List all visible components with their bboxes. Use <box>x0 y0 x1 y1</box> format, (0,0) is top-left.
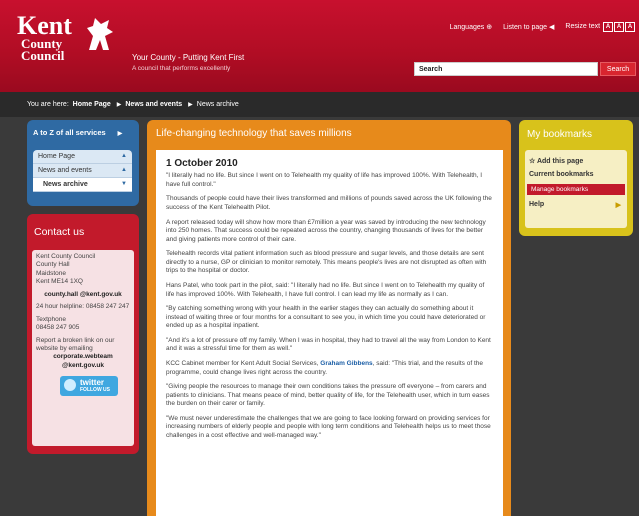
languages-label: Languages <box>449 24 485 31</box>
twitter-follow-button[interactable]: twitter FOLLOW US <box>60 376 118 397</box>
bookmarks-body: ☆ Add this page Current bookmarks Manage… <box>525 150 627 228</box>
resize-large-button[interactable]: A <box>625 22 635 32</box>
current-bookmarks-link[interactable]: Current bookmarks <box>529 171 623 178</box>
kent-county-council-logo[interactable]: Kent County Council <box>17 11 72 63</box>
nav-item-home[interactable]: Home Page ▲ <box>33 150 132 164</box>
horse-emblem-icon <box>87 18 113 50</box>
breadcrumb: You are here: Home Page ▶ News and events… <box>0 92 639 117</box>
subtagline-text: A council that performs excellently <box>132 65 231 72</box>
help-link[interactable]: Help ▶ <box>529 201 623 209</box>
article-paragraph: Telehealth records vital patient informa… <box>166 250 487 275</box>
arrow-right-icon: ▶ <box>117 131 123 137</box>
tagline-text: Your County - Putting Kent First <box>132 53 245 62</box>
article-panel: Life-changing technology that saves mill… <box>147 120 511 516</box>
article-paragraph: KCC Cabinet member for Kent Adult Social… <box>166 360 493 377</box>
address-line: Maidstone <box>36 269 66 277</box>
listen-label: Listen to page <box>503 24 548 31</box>
add-bookmark-label: Add this page <box>536 158 584 165</box>
breadcrumb-news-events[interactable]: News and events <box>125 101 182 108</box>
contact-details: Kent County Council County Hall Maidston… <box>32 250 134 446</box>
star-icon: ☆ <box>529 158 536 165</box>
services-nav: A to Z of all services ▶ Home Page ▲ News … <box>27 120 139 206</box>
article-date: 1 October 2010 <box>166 158 238 169</box>
breadcrumb-news-archive: News archive <box>196 101 239 108</box>
helpline-text: 24 hour helpline: 08458 247 247 <box>36 303 130 311</box>
article-body: 1 October 2010 "I literally had no life.… <box>156 150 503 516</box>
caret-down-icon: ▼ <box>121 181 127 187</box>
top-links: Languages ⊕ Listen to page ◀ Resize text… <box>450 22 635 32</box>
breadcrumb-home[interactable]: Home Page <box>73 101 111 108</box>
article-paragraph: "By catching something wrong with your h… <box>166 305 486 330</box>
textphone-label: Textphone <box>36 315 66 323</box>
resize-text-control: Resize text AAA <box>565 22 635 32</box>
address-line: County Hall <box>36 261 70 269</box>
add-bookmark-link[interactable]: ☆ Add this page <box>529 157 623 165</box>
nav-item-news-archive[interactable]: News archive ▼ <box>33 178 132 192</box>
article-paragraph: A report released today will show how mo… <box>166 218 486 243</box>
tagline: Your County - Putting Kent First A counc… <box>132 53 244 72</box>
search-button[interactable]: Search <box>600 62 636 76</box>
listen-link[interactable]: Listen to page ◀ <box>503 23 554 31</box>
speaker-icon: ◀ <box>549 24 555 31</box>
article-paragraph: Hans Patel, who took part in the pilot, … <box>166 281 485 298</box>
caret-up-icon: ▲ <box>121 167 127 173</box>
help-label: Help <box>529 201 545 208</box>
article-paragraph: "And it's a lot of pressure off my famil… <box>166 336 491 353</box>
logo-line-kent: Kent <box>17 11 72 40</box>
article-paragraph: "Giving people the resources to manage t… <box>166 383 490 408</box>
search-input[interactable]: Search <box>414 62 598 76</box>
graham-gibbens-link[interactable]: Graham Gibbens <box>320 360 372 367</box>
article-paragraph: Thousands of people could have their liv… <box>166 195 492 211</box>
arrow-right-icon: ▶ <box>615 202 621 209</box>
contact-heading: Contact us <box>34 226 85 238</box>
article-paragraph: "We must never underestimate the challen… <box>166 414 491 440</box>
broken-link-text: Report a broken link on our website by e… <box>36 336 115 352</box>
caret-up-icon: ▲ <box>121 153 127 159</box>
nav-item-label: News archive <box>43 181 88 188</box>
nav-item-label: Home Page <box>38 153 75 160</box>
contact-email-link[interactable]: county.hall @kent.gov.uk <box>36 291 130 299</box>
nav-item-label: News and events <box>38 167 92 174</box>
site-header: Kent County Council Your County - Puttin… <box>0 0 639 92</box>
nav-item-news-events[interactable]: News and events ▲ <box>33 164 132 178</box>
contact-panel: Contact us Kent County Council County Ha… <box>27 214 139 454</box>
breadcrumb-prefix: You are here: <box>27 101 69 108</box>
breadcrumb-arrow-icon: ▶ <box>116 102 122 108</box>
article-heading: Life-changing technology that saves mill… <box>156 128 352 139</box>
logo-line-council: Council <box>21 47 65 63</box>
textphone-number: 08458 247 905 <box>36 324 80 332</box>
follow-us-label: FOLLOW US <box>80 387 110 394</box>
paragraph-text: KCC Cabinet member for Kent Adult Social… <box>166 360 319 368</box>
a-to-z-label: A to Z of all services <box>33 128 106 137</box>
globe-icon: ⊕ <box>486 24 493 31</box>
resize-medium-button[interactable]: A <box>614 22 624 32</box>
webteam-email-link[interactable]: corporate.webteam @kent.gov.uk <box>36 353 130 370</box>
bookmarks-panel: My bookmarks ☆ Add this page Current boo… <box>519 120 633 236</box>
address-line: Kent County Council <box>36 253 96 260</box>
nav-list: Home Page ▲ News and events ▲ News archive… <box>33 150 132 192</box>
twitter-bird-icon <box>64 379 76 392</box>
a-to-z-link[interactable]: A to Z of all services ▶ <box>27 120 139 137</box>
manage-bookmarks-button[interactable]: Manage bookmarks <box>527 184 625 195</box>
resize-label: Resize text <box>565 23 601 30</box>
languages-link[interactable]: Languages ⊕ <box>450 23 492 31</box>
address-line: Kent ME14 1XQ <box>36 278 83 286</box>
article-paragraph: "I literally had no life. But since I we… <box>166 172 483 188</box>
resize-small-button[interactable]: A <box>603 22 613 32</box>
bookmarks-heading: My bookmarks <box>527 129 593 140</box>
breadcrumb-arrow-icon: ▶ <box>188 102 193 108</box>
